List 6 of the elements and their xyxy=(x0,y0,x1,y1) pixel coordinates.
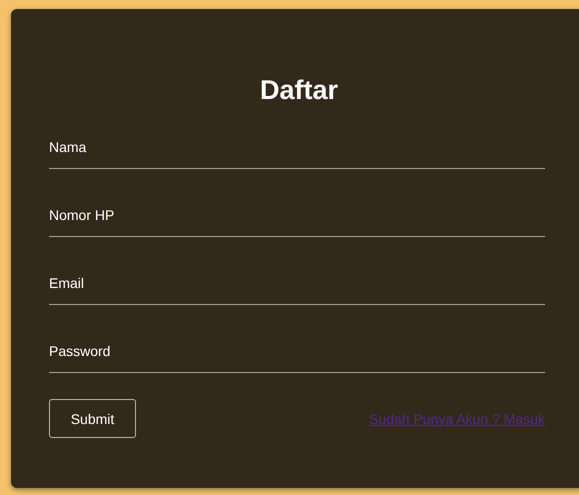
input-field[interactable]: Nama xyxy=(49,129,545,169)
submit-button[interactable]: Submit xyxy=(49,399,136,438)
input-field[interactable]: Nomor HP xyxy=(49,197,545,237)
form-title: Daftar xyxy=(258,75,340,105)
input-field[interactable]: Password xyxy=(49,333,545,373)
input-field[interactable]: Email xyxy=(49,265,545,305)
